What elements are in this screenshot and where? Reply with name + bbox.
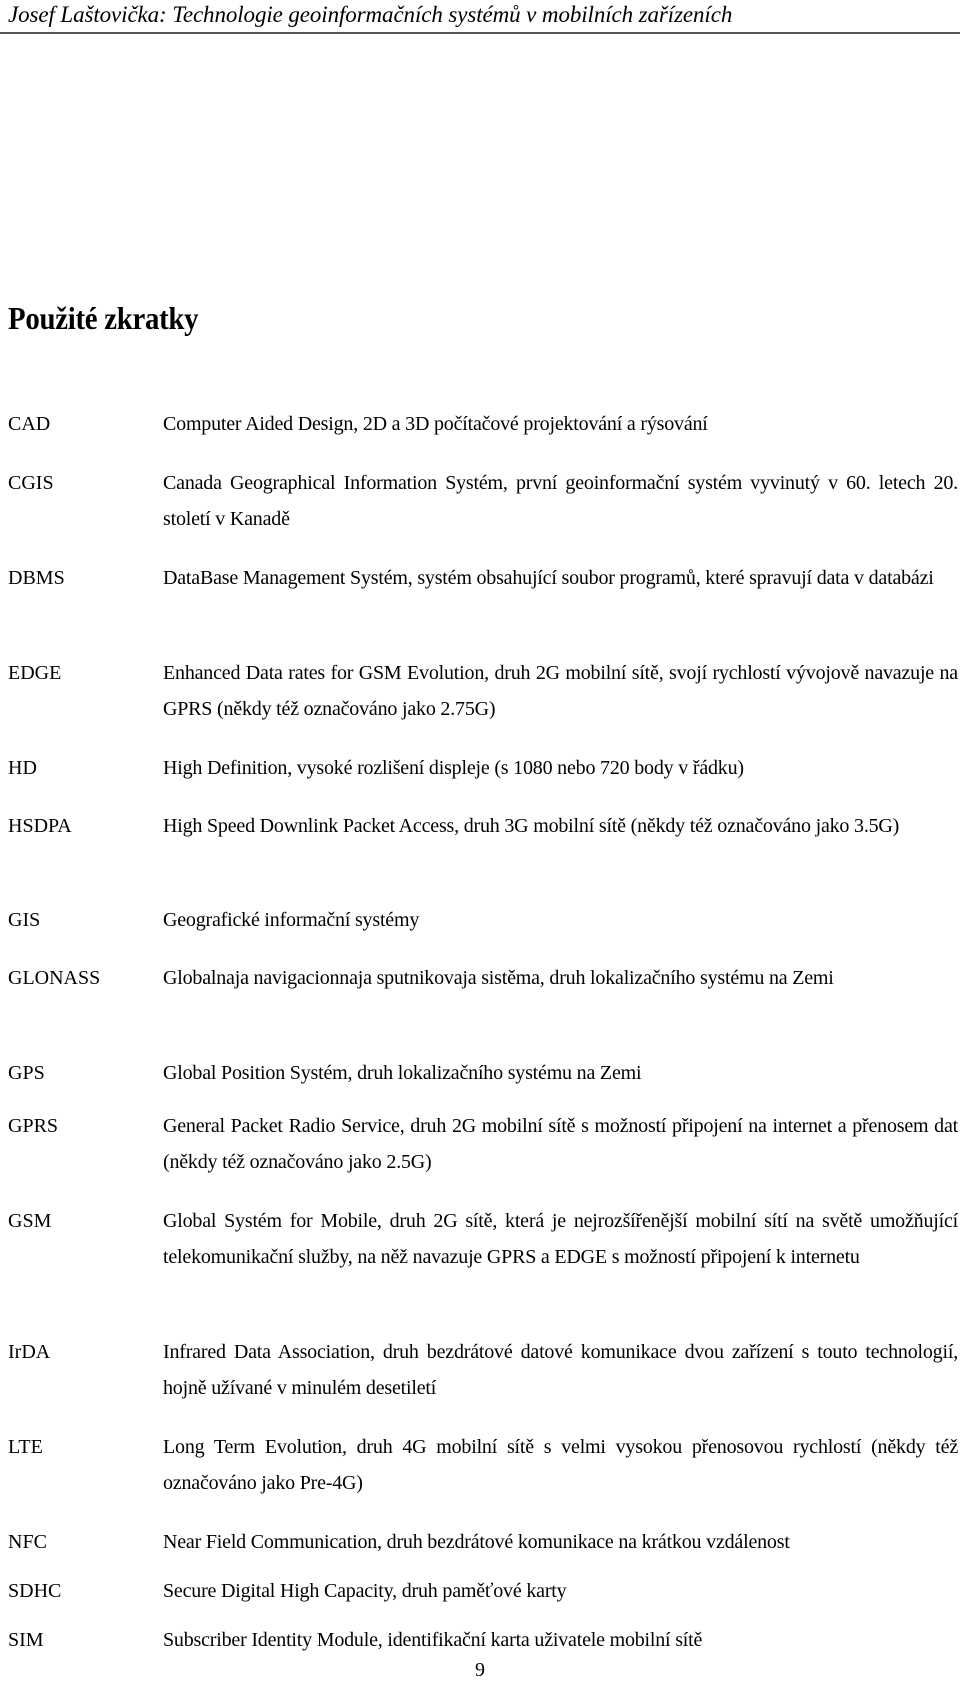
abbreviation-definition: Subscriber Identity Module, identifikačn… xyxy=(163,1629,703,1651)
abbreviation-term: HD xyxy=(8,757,37,779)
abbreviation-definition: High Definition, vysoké rozlišení disple… xyxy=(163,757,744,779)
abbreviation-term: HSDPA xyxy=(8,815,72,837)
abbreviation-definition: Secure Digital High Capacity, druh paměť… xyxy=(163,1580,567,1602)
abbreviation-term: IrDA xyxy=(8,1341,51,1363)
abbreviation-term: GPS xyxy=(8,1062,45,1084)
abbreviation-term: GSM xyxy=(8,1210,52,1232)
abbreviation-definition: Long Term Evolution, druh 4G mobilní sít… xyxy=(163,1436,958,1494)
page-number: 9 xyxy=(475,1659,485,1681)
abbreviation-term: EDGE xyxy=(8,662,62,684)
abbreviation-definition: General Packet Radio Service, druh 2G mo… xyxy=(163,1115,958,1173)
abbreviation-term: CGIS xyxy=(8,472,54,494)
abbreviation-term: GPRS xyxy=(8,1115,59,1137)
abbreviation-term: SIM xyxy=(8,1629,44,1651)
abbreviation-definition: Globalnaja navigacionnaja sputnikovaja s… xyxy=(163,967,834,989)
abbreviation-definition: High Speed Downlink Packet Access, druh … xyxy=(163,815,900,837)
abbreviation-definition: Global Systém for Mobile, druh 2G sítě, … xyxy=(163,1210,958,1268)
abbreviation-term: LTE xyxy=(8,1436,43,1458)
abbreviation-definition: Computer Aided Design, 2D a 3D počítačov… xyxy=(163,413,708,435)
abbreviation-term: GIS xyxy=(8,909,41,931)
header-divider xyxy=(0,32,960,34)
abbreviation-term: NFC xyxy=(8,1531,47,1553)
abbreviation-term: CAD xyxy=(8,413,51,435)
page-title: Použité zkratky xyxy=(8,300,199,336)
abbreviation-definition: DataBase Management Systém, systém obsah… xyxy=(163,567,934,589)
abbreviation-definition: Enhanced Data rates for GSM Evolution, d… xyxy=(163,662,958,720)
abbreviation-definition: Near Field Communication, druh bezdrátov… xyxy=(163,1531,790,1553)
abbreviation-term: GLONASS xyxy=(8,967,101,989)
abbreviation-definition: Canada Geographical Information Systém, … xyxy=(163,472,958,530)
abbreviation-definition: Geografické informační systémy xyxy=(163,909,420,931)
abbreviation-term: SDHC xyxy=(8,1580,62,1602)
abbreviation-definition: Infrared Data Association, druh bezdráto… xyxy=(163,1341,958,1399)
abbreviation-term: DBMS xyxy=(8,567,65,589)
abbreviation-definition: Global Position Systém, druh lokalizační… xyxy=(163,1062,642,1084)
running-header: Josef Laštovička: Technologie geoinforma… xyxy=(8,2,733,27)
